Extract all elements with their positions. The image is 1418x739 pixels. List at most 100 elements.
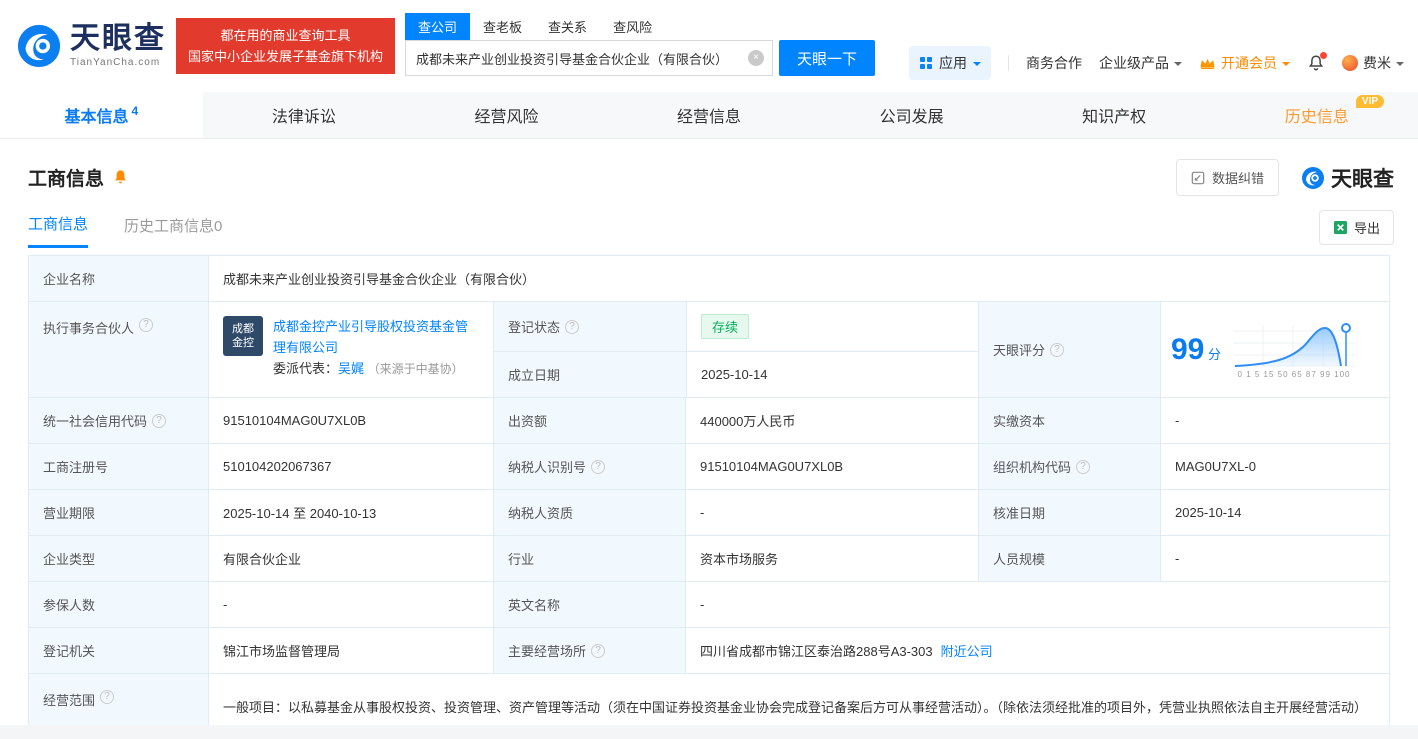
rep-source: （来源于中基协） xyxy=(367,362,464,376)
search-tab-company[interactable]: 查公司 xyxy=(405,13,471,40)
subscribe-bell-icon[interactable] xyxy=(112,169,129,186)
cooperation-link[interactable]: 商务合作 xyxy=(1026,53,1082,73)
search-input[interactable] xyxy=(405,40,774,76)
capital-label: 出资额 xyxy=(493,398,685,443)
score-value-cell: 99 分 0 1 5 15 50 65 87 99 100 xyxy=(1160,302,1389,397)
table-row-insured: 参保人数 - 英文名称 - xyxy=(29,581,1389,627)
apps-menu[interactable]: 应用 xyxy=(909,46,991,80)
promo-line2: 国家中小企业发展子基金旗下机构 xyxy=(188,49,384,64)
registration-authority-label: 登记机关 xyxy=(29,628,208,673)
company-name-label: 企业名称 xyxy=(29,256,208,301)
user-menu[interactable]: 费米 xyxy=(1342,53,1404,73)
staff-size-label: 人员规模 xyxy=(978,536,1160,581)
search-button[interactable]: 天眼一下 xyxy=(779,40,876,76)
score-label: 天眼评分 xyxy=(978,302,1160,397)
company-type-value: 有限合伙企业 xyxy=(208,536,493,581)
help-icon[interactable] xyxy=(1076,459,1091,474)
approval-date-label: 核准日期 xyxy=(978,490,1160,535)
score-chart xyxy=(1233,322,1356,367)
company-nav-tabs: 基本信息 4 法律诉讼 经营风险 经营信息 公司发展 知识产权 历史信息 VIP xyxy=(0,92,1418,139)
business-term-label: 营业期限 xyxy=(29,490,208,535)
menu-divider xyxy=(1008,55,1009,71)
company-name-value: 成都未来产业创业投资引导基金合伙企业（有限合伙） xyxy=(208,256,1389,301)
username-label: 费米 xyxy=(1363,55,1391,71)
score-value: 99 xyxy=(1171,332,1205,366)
notification-dot xyxy=(1320,52,1327,59)
tab-company-development-label: 公司发展 xyxy=(879,109,944,126)
page-header: 天眼查 TianYanCha.com 都在用的商业查询工具 国家中小企业发展子基… xyxy=(0,0,1418,92)
business-address-value: 四川省成都市锦江区泰治路288号A3-303 附近公司 xyxy=(685,628,1389,673)
correction-icon xyxy=(1191,171,1205,184)
tab-operating-risk[interactable]: 经营风险 xyxy=(405,92,608,138)
table-row-company-name: 企业名称 成都未来产业创业投资引导基金合伙企业（有限合伙） xyxy=(29,256,1389,301)
help-icon[interactable] xyxy=(565,319,580,334)
tab-operating-info-label: 经营信息 xyxy=(677,109,742,126)
tab-company-development[interactable]: 公司发展 xyxy=(810,92,1013,138)
insured-count-value: - xyxy=(208,582,493,627)
rep-name-link[interactable]: 吴娓 xyxy=(338,361,364,376)
status-badge: 存续 xyxy=(701,314,750,339)
brand-watermark: 天眼查 xyxy=(1301,163,1394,193)
status-date-block: 登记状态 存续 成立日期 2025-10-14 xyxy=(493,302,978,397)
reg-number-label: 工商注册号 xyxy=(29,444,208,489)
tab-legal[interactable]: 法律诉讼 xyxy=(203,92,406,138)
help-icon[interactable] xyxy=(152,413,167,428)
table-row: 工商注册号 510104202067367 纳税人识别号 91510104MAG… xyxy=(29,443,1389,489)
reg-status-value: 存续 xyxy=(686,302,978,351)
subtab-business-info[interactable]: 工商信息 xyxy=(28,213,89,248)
search-tab-relation[interactable]: 查关系 xyxy=(535,13,600,40)
brand-name: 天眼查 xyxy=(1331,167,1394,191)
tab-history-info[interactable]: 历史信息 VIP xyxy=(1215,92,1418,138)
partner-company-link[interactable]: 成都金控产业引导股权投资基金管理有限公司 xyxy=(273,319,468,355)
table-row-partner: 执行事务合伙人 成都 金控 成都金控产业引导股权投资基金管理有限公司 委派代表：… xyxy=(29,301,1389,397)
established-date-value: 2025-10-14 xyxy=(686,352,978,397)
enterprise-products-menu[interactable]: 企业级产品 xyxy=(1099,53,1182,73)
taxpayer-quality-label: 纳税人资质 xyxy=(493,490,685,535)
notifications-bell[interactable] xyxy=(1307,52,1327,72)
data-correction-button[interactable]: 数据纠错 xyxy=(1175,159,1279,196)
tianyancha-logo[interactable]: 天眼查 TianYanCha.com xyxy=(16,23,166,69)
apps-label: 应用 xyxy=(939,55,967,71)
export-button[interactable]: 导出 xyxy=(1318,210,1394,245)
search-tab-boss[interactable]: 查老板 xyxy=(470,13,535,40)
english-name-label: 英文名称 xyxy=(493,582,685,627)
nearby-companies-link[interactable]: 附近公司 xyxy=(941,641,993,660)
tab-intellectual-property[interactable]: 知识产权 xyxy=(1013,92,1216,138)
tab-basic-info[interactable]: 基本信息 4 xyxy=(0,92,203,138)
help-icon[interactable] xyxy=(100,690,115,704)
logo-domain: TianYanCha.com xyxy=(70,57,161,68)
footer-strip xyxy=(0,725,1418,739)
table-row: 企业类型 有限合伙企业 行业 资本市场服务 人员规模 - xyxy=(29,535,1389,581)
reg-number-value: 510104202067367 xyxy=(208,444,493,489)
credit-code-value: 91510104MAG0U7XL0B xyxy=(208,398,493,443)
reg-status-label: 登记状态 xyxy=(494,302,686,351)
table-row-authority: 登记机关 锦江市场监督管理局 主要经营场所 四川省成都市锦江区泰治路288号A3… xyxy=(29,627,1389,673)
org-code-value: MAG0U7XL-0 xyxy=(1160,444,1389,489)
help-icon[interactable] xyxy=(1050,342,1065,357)
excel-icon xyxy=(1333,220,1348,235)
chevron-down-icon xyxy=(1174,61,1182,70)
search-area: 查公司 查老板 查关系 查风险 天眼一下 xyxy=(405,13,876,76)
taxpayer-id-label: 纳税人识别号 xyxy=(493,444,685,489)
english-name-value: - xyxy=(685,582,1389,627)
tab-operating-info[interactable]: 经营信息 xyxy=(608,92,811,138)
help-icon[interactable] xyxy=(591,459,606,474)
open-vip-label: 开通会员 xyxy=(1221,55,1277,71)
table-row: 统一社会信用代码 91510104MAG0U7XL0B 出资额 440000万人… xyxy=(29,397,1389,443)
score-unit: 分 xyxy=(1208,346,1222,362)
insured-count-label: 参保人数 xyxy=(29,582,208,627)
search-tab-risk[interactable]: 查风险 xyxy=(600,13,665,40)
business-term-value: 2025-10-14 至 2040-10-13 xyxy=(208,490,493,535)
brand-logo-icon xyxy=(1302,166,1324,189)
tab-operating-risk-label: 经营风险 xyxy=(474,109,539,126)
data-correction-label: 数据纠错 xyxy=(1211,171,1264,186)
help-icon[interactable] xyxy=(591,643,606,658)
cooperation-label: 商务合作 xyxy=(1026,55,1082,71)
help-icon[interactable] xyxy=(139,318,154,332)
credit-code-label: 统一社会信用代码 xyxy=(29,398,208,443)
clear-search-icon[interactable] xyxy=(748,50,765,66)
open-vip-menu[interactable]: 开通会员 xyxy=(1199,53,1290,73)
subtabs: 工商信息 历史工商信息0 导出 xyxy=(0,200,1418,251)
subtab-history-business-info[interactable]: 历史工商信息0 xyxy=(124,215,222,247)
business-info-table: 企业名称 成都未来产业创业投资引导基金合伙企业（有限合伙） 执行事务合伙人 成都… xyxy=(28,255,1390,739)
